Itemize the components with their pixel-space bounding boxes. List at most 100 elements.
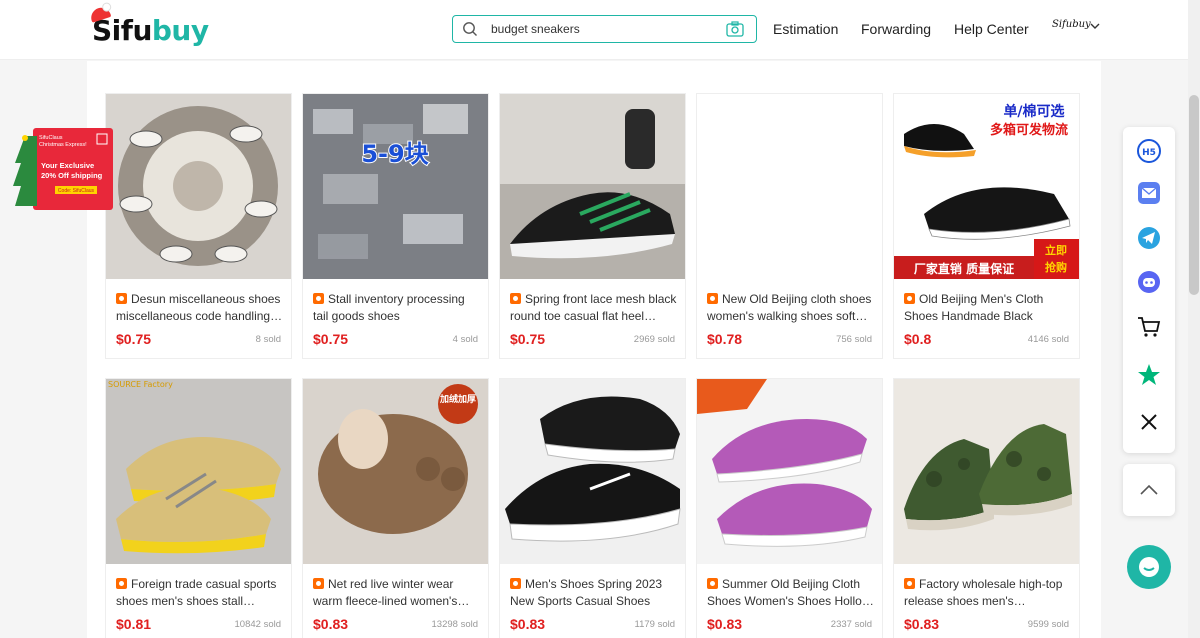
product-image[interactable]: 单/棉可选 多箱可发物流 厂家直销 质量保证 立即 抢购 [894,94,1079,279]
product-image[interactable] [500,94,685,279]
svg-text:H5: H5 [1142,148,1156,158]
product-price: $0.78 [707,331,743,347]
alibaba-icon [510,293,521,304]
alibaba-icon [707,293,718,304]
product-image[interactable]: 5-9块 [303,94,488,279]
overlay-text: 单/棉可选 [1003,103,1064,120]
sold-count: 10842 sold [234,619,281,630]
product-card[interactable]: Men's Shoes Spring 2023 New Sports Casua… [499,378,686,638]
product-price: $0.75 [510,331,546,347]
back-to-top-button[interactable] [1123,464,1175,516]
nav-forwarding[interactable]: Forwarding [861,21,931,37]
christmas-promo-badge[interactable]: SifuClaus Christmas Express! Your Exclus… [13,128,113,210]
sold-count: 13298 sold [431,619,478,630]
trustpilot-star-icon[interactable] [1136,362,1162,388]
product-price: $0.83 [707,616,743,632]
scrollbar-thumb[interactable] [1189,95,1199,295]
sold-count: 9599 sold [1027,619,1069,630]
product-title[interactable]: Stall inventory processing tail goods sh… [313,291,481,325]
product-image[interactable] [697,379,882,564]
product-card[interactable]: New Old Beijing cloth shoes women's walk… [696,93,883,359]
fleece-shoes-image: 加绒加厚 [303,379,488,564]
chat-button[interactable] [1127,545,1171,589]
chevron-down-icon[interactable] [1089,21,1101,31]
alibaba-icon [116,293,127,304]
alibaba-icon [313,293,324,304]
alibaba-icon [116,578,127,589]
overlay-text: 厂家直销 质量保证 [914,261,1014,276]
alibaba-icon [313,578,324,589]
overlay-text: SOURCE Factory [108,380,173,389]
product-card[interactable]: Desun miscellaneous shoes miscellaneous … [105,93,292,359]
cart-icon[interactable] [1136,314,1162,340]
shoe-pile-image [106,94,291,279]
search-bar[interactable]: budget sneakers [452,15,757,43]
search-icon[interactable] [462,21,478,37]
product-image[interactable] [894,379,1079,564]
product-price: $0.75 [313,331,349,347]
product-title[interactable]: Old Beijing Men's Cloth Shoes Handmade B… [904,291,1072,325]
sold-count: 756 sold [836,334,872,345]
sold-count: 8 sold [255,334,281,345]
product-price: $0.83 [313,616,349,632]
cloth-shoes-image: 单/棉可选 多箱可发物流 厂家直销 质量保证 立即 抢购 [894,94,1079,279]
h5-icon[interactable]: H5 [1136,138,1162,164]
product-price: $0.75 [116,331,152,347]
product-card[interactable]: Spring front lace mesh black round toe c… [499,93,686,359]
sold-count: 2337 sold [830,619,872,630]
page-scrollbar[interactable] [1188,0,1200,638]
promo-code: Code: SifuClaus [58,188,95,194]
telegram-icon[interactable] [1136,225,1162,251]
product-image[interactable] [106,94,291,279]
alibaba-icon [904,293,915,304]
product-price: $0.81 [116,616,152,632]
black-casual-shoes-image [500,379,685,564]
nav-help-center[interactable]: Help Center [954,21,1029,37]
product-image[interactable] [697,94,882,279]
top-header: Sifubuy budget sneakers Estimation Forwa… [0,0,1200,60]
sold-count: 4146 sold [1027,334,1069,345]
camera-search-icon[interactable] [726,21,744,37]
black-sneaker-image [500,94,685,279]
product-image[interactable]: 加绒加厚 [303,379,488,564]
sold-count: 2969 sold [633,334,675,345]
product-title[interactable]: Spring front lace mesh black round toe c… [510,291,678,325]
discord-icon[interactable] [1136,269,1162,295]
promo-line1: SifuClaus [39,135,63,141]
product-card[interactable]: 单/棉可选 多箱可发物流 厂家直销 质量保证 立即 抢购 Old Beijing… [893,93,1080,359]
price-range-overlay: 5-9块 [361,140,428,168]
product-title[interactable]: Desun miscellaneous shoes miscellaneous … [116,291,284,325]
nav-estimation[interactable]: Estimation [773,21,838,37]
product-title[interactable]: Summer Old Beijing Cloth Shoes Women's S… [707,576,875,610]
product-title[interactable]: Foreign trade casual sports shoes men's … [116,576,284,610]
sold-count: 4 sold [452,334,478,345]
product-title[interactable]: Net red live winter wear warm fleece-lin… [313,576,481,610]
product-title[interactable]: Factory wholesale high-top release shoes… [904,576,1072,610]
product-image[interactable] [500,379,685,564]
overlay-text: 立即 [1045,243,1067,257]
promo-graphic: SifuClaus Christmas Express! Your Exclus… [13,128,113,210]
product-card[interactable]: Factory wholesale high-top release shoes… [893,378,1080,638]
search-input[interactable]: budget sneakers [491,22,580,36]
product-card[interactable]: 加绒加厚 Net red live winter wear warm fleec… [302,378,489,638]
product-title[interactable]: Men's Shoes Spring 2023 New Sports Casua… [510,576,678,610]
sifubuy-logo[interactable]: Sifubuy [88,5,209,47]
promo-line3: Your Exclusive [41,161,94,170]
user-avatar[interactable]: Sifubuy [1052,19,1091,30]
product-card[interactable]: Summer Old Beijing Cloth Shoes Women's S… [696,378,883,638]
chat-bubble-icon [1139,557,1159,577]
sold-count: 1179 sold [634,619,676,630]
alibaba-icon [510,578,521,589]
chevron-up-icon [1140,484,1158,495]
email-icon[interactable] [1136,180,1162,206]
x-twitter-icon[interactable] [1136,409,1162,435]
product-card[interactable]: 5-9块 Stall inventory processing tail goo… [302,93,489,359]
product-image[interactable]: SOURCE Factory [106,379,291,564]
product-card[interactable]: SOURCE Factory Foreign trade casual spor… [105,378,292,638]
product-price: $0.8 [904,331,932,347]
product-title[interactable]: New Old Beijing cloth shoes women's walk… [707,291,875,325]
promo-line2: Christmas Express! [39,142,87,148]
purple-slipons-image [697,379,882,564]
yellow-sneakers-image: SOURCE Factory [106,379,291,564]
product-price: $0.83 [904,616,940,632]
